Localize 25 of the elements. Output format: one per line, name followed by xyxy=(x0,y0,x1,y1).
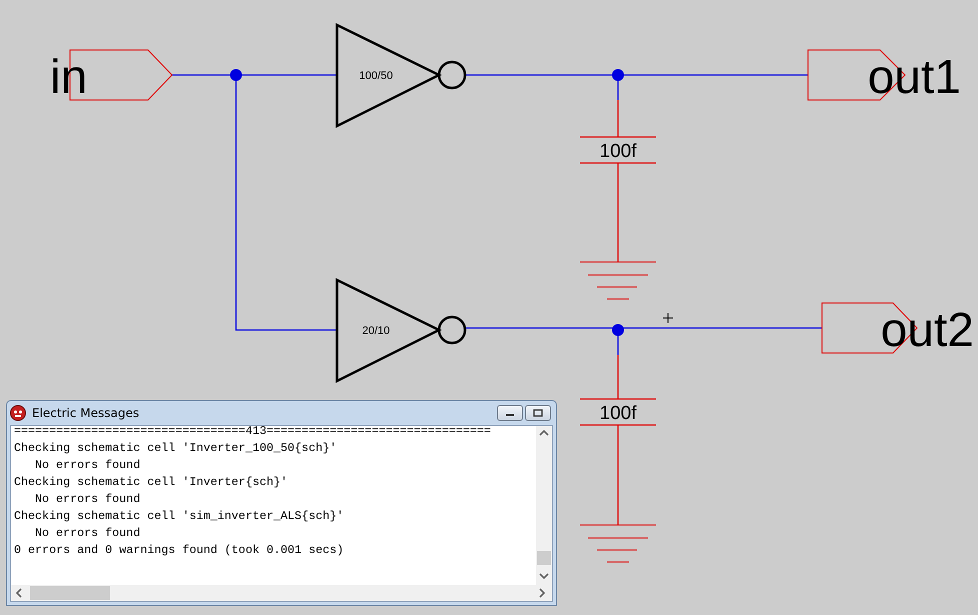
horizontal-scrollbar[interactable] xyxy=(11,585,552,601)
message-line: =================================413================================ xyxy=(14,426,492,440)
message-line: No errors found xyxy=(34,491,142,508)
minimize-button[interactable] xyxy=(497,405,523,421)
vertical-scrollbar[interactable] xyxy=(536,426,552,585)
message-line: 0 errors and 0 warnings found (took 0.001 secs) xyxy=(14,542,345,559)
capacitance-label: 100f xyxy=(600,403,636,424)
message-line: No errors found xyxy=(34,457,142,474)
inverter-label: 20/10 xyxy=(362,325,390,337)
capacitance-label: 100f xyxy=(600,141,636,162)
scroll-thumb[interactable] xyxy=(537,551,551,565)
message-line: Checking schematic cell 'sim_inverter_ALS{sch}' xyxy=(14,508,345,525)
app-icon xyxy=(10,405,26,421)
inverter-label: 100/50 xyxy=(359,70,393,82)
message-line: Checking schematic cell 'Inverter{sch}' xyxy=(14,474,289,491)
crosshair-cursor-icon xyxy=(662,312,674,324)
maximize-icon xyxy=(533,409,543,417)
maximize-button[interactable] xyxy=(525,405,551,421)
message-line: No errors found xyxy=(34,525,142,542)
junction-dot xyxy=(612,69,624,81)
message-line: Checking schematic cell 'Inverter_100_50{sch}' xyxy=(14,440,338,457)
junction-dot xyxy=(230,69,242,81)
scroll-thumb[interactable] xyxy=(30,586,110,600)
junction-dot xyxy=(612,324,624,336)
window-title: Electric Messages xyxy=(32,406,140,420)
